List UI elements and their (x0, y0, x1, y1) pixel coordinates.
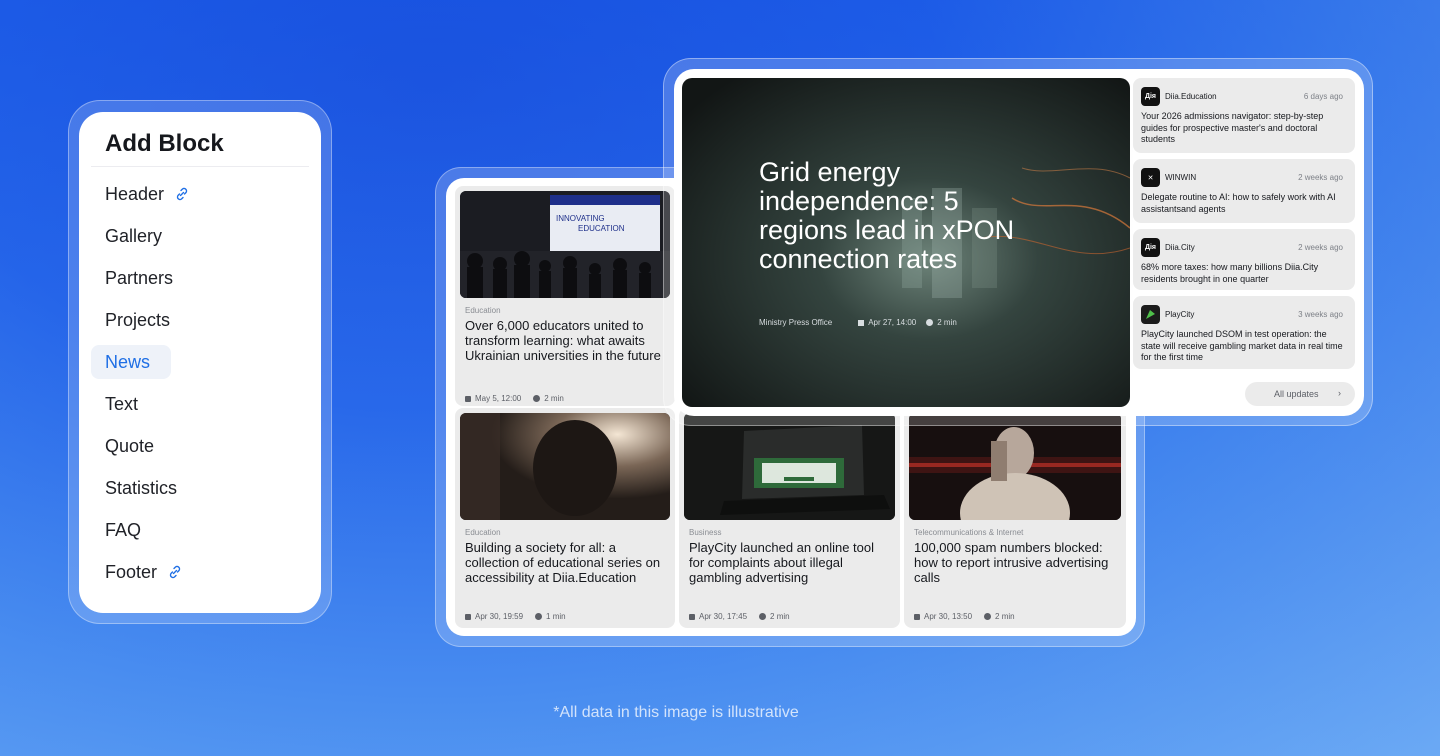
update-text: Your 2026 admissions navigator: step-by-… (1141, 111, 1324, 144)
news-date: Apr 30, 13:50 (924, 612, 973, 621)
diia-education-logo-icon: Дія (1141, 87, 1160, 106)
update-time: 6 days ago (1303, 92, 1343, 101)
news-read-time: 1 min (546, 612, 566, 621)
calendar-icon (465, 395, 471, 402)
news-date: Apr 30, 17:45 (699, 612, 748, 621)
news-category: Business (689, 528, 722, 537)
news-title: 100,000 spam numbers blocked: how to rep… (914, 540, 1109, 585)
news-read-time: 2 min (770, 612, 790, 621)
news-card[interactable]: INNOVATING EDUCATION Education Over 6,00… (455, 186, 675, 406)
menu-item-statistics[interactable]: Statistics (91, 471, 309, 505)
news-image (460, 413, 670, 520)
news-meta: Apr 30, 13:50 2 min (914, 612, 1015, 621)
hero-source: Ministry Press Office (759, 318, 833, 327)
news-title: Over 6,000 educators united to transform… (465, 318, 661, 363)
panel-title: Add Block (91, 130, 309, 167)
playcity-logo-icon (1141, 305, 1160, 324)
calendar-icon (689, 613, 695, 620)
update-time: 2 weeks ago (1298, 173, 1343, 182)
clock-icon (535, 613, 543, 620)
link-icon (169, 565, 181, 579)
news-title: PlayCity launched an online tool for com… (689, 540, 875, 585)
news-date: May 5, 12:00 (475, 394, 522, 403)
clock-icon (984, 613, 992, 620)
menu-item-label: Header (105, 183, 165, 204)
news-card[interactable]: Education Building a society for all: a … (455, 408, 675, 628)
menu-item-gallery[interactable]: Gallery (91, 219, 309, 253)
update-text: PlayCity launched DSOM in test operation… (1141, 329, 1343, 362)
menu-item-label: News (105, 351, 151, 372)
clock-icon (533, 395, 541, 402)
calendar-icon (465, 613, 471, 620)
menu-item-footer[interactable]: Footer (91, 555, 309, 589)
menu-item-projects[interactable]: Projects (91, 303, 309, 337)
hero-title: Grid energy independence: 5 regions lead… (759, 157, 1015, 274)
menu-item-label: Text (105, 393, 139, 414)
menu-item-header[interactable]: Header (91, 177, 309, 211)
hero-read-time: 2 min (937, 318, 957, 327)
update-item[interactable]: ✕ WINWIN 2 weeks ago Delegate routine to… (1133, 159, 1355, 223)
winwin-logo-icon: ✕ (1141, 168, 1160, 187)
calendar-icon (914, 613, 920, 620)
news-image (684, 413, 895, 520)
footnote: *All data in this image is illustrative (553, 704, 799, 721)
update-source: WINWIN (1165, 173, 1197, 182)
update-time: 2 weeks ago (1298, 243, 1343, 252)
update-item[interactable]: Дія Diia.City 2 weeks ago 68% more taxes… (1133, 229, 1355, 290)
update-item[interactable]: PlayCity 3 weeks ago PlayCity launched D… (1133, 296, 1355, 369)
menu-item-partners[interactable]: Partners (91, 261, 309, 295)
menu-item-faq[interactable]: FAQ (91, 513, 309, 547)
update-text: Delegate routine to AI: how to safely wo… (1141, 192, 1336, 214)
update-source: PlayCity (1165, 310, 1195, 319)
news-read-time: 2 min (995, 612, 1015, 621)
update-source: Diia.Education (1165, 92, 1217, 101)
banner-text-2: EDUCATION (578, 224, 625, 233)
menu-item-label: FAQ (105, 519, 142, 540)
menu-item-label: Partners (105, 267, 174, 288)
diia-city-logo-icon: Дія (1141, 238, 1160, 257)
clock-icon (759, 613, 767, 620)
menu-item-text[interactable]: Text (91, 387, 309, 421)
update-item[interactable]: Дія Diia.Education 6 days ago Your 2026 … (1133, 78, 1355, 153)
calendar-icon (858, 319, 865, 326)
link-icon (176, 187, 188, 201)
chevron-right-icon: › (1338, 388, 1341, 398)
add-block-panel: Add Block Header Gallery Partners Projec… (79, 112, 321, 613)
all-updates-button[interactable]: All updates › (1245, 382, 1355, 406)
news-category: Education (465, 528, 501, 537)
news-card[interactable]: Business PlayCity launched an online too… (679, 408, 900, 628)
news-date: Apr 30, 19:59 (475, 612, 524, 621)
news-read-time: 2 min (544, 394, 564, 403)
menu-item-label: Statistics (105, 477, 178, 498)
menu-item-label: Gallery (105, 225, 163, 246)
menu-item-label: Quote (105, 435, 155, 456)
update-text: 68% more taxes: how many billions Diia.C… (1141, 262, 1319, 284)
news-meta: Apr 30, 19:59 1 min (465, 612, 566, 621)
news-image: INNOVATING EDUCATION (460, 191, 670, 298)
menu-item-quote[interactable]: Quote (91, 429, 309, 463)
news-image (909, 413, 1121, 520)
news-category: Education (465, 306, 501, 315)
news-meta: Apr 30, 17:45 2 min (689, 612, 790, 621)
banner-text-1: INNOVATING (556, 214, 605, 223)
news-card[interactable]: Telecommunications & Internet 100,000 sp… (904, 408, 1126, 628)
all-updates-label: All updates (1274, 389, 1319, 399)
menu-item-label: Footer (105, 561, 158, 582)
news-category: Telecommunications & Internet (914, 528, 1024, 537)
news-meta: May 5, 12:00 2 min (465, 394, 564, 403)
update-source: Diia.City (1165, 243, 1195, 252)
news-title: Building a society for all: a collection… (465, 540, 661, 585)
menu-item-label: Projects (105, 309, 171, 330)
hero-date: Apr 27, 14:00 (868, 318, 917, 327)
hero-meta: Ministry Press Office Apr 27, 14:00 2 mi… (759, 318, 957, 327)
update-time: 3 weeks ago (1298, 310, 1343, 319)
menu-item-news[interactable]: News (91, 345, 171, 379)
clock-icon (926, 319, 934, 326)
